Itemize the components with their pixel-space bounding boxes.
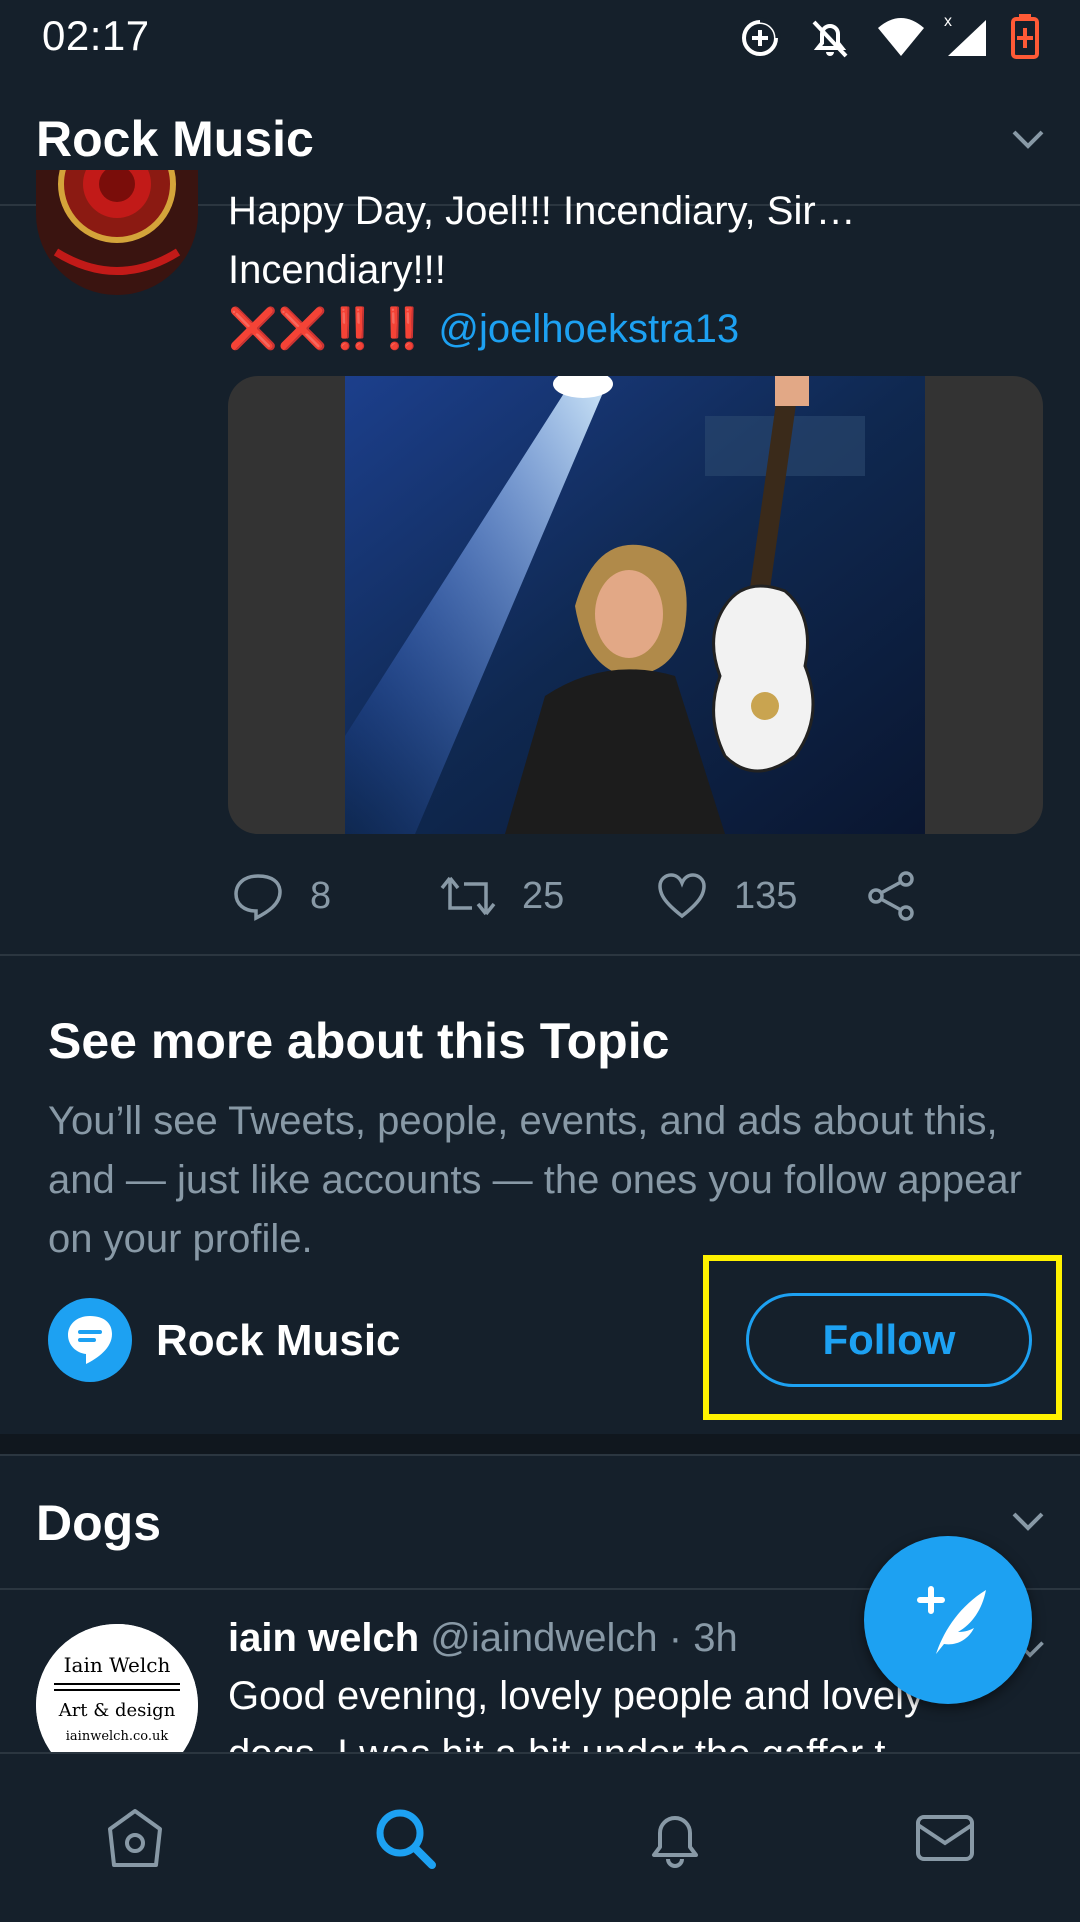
tweet-text-line: Happy Day, Joel!!! Incendiary, Sir…	[228, 189, 856, 233]
nav-home[interactable]	[0, 1754, 270, 1922]
battery-icon	[1010, 12, 1040, 62]
topic-card-description: You’ll see Tweets, people, events, and a…	[48, 1099, 1022, 1261]
like-button[interactable]: 135	[656, 868, 797, 924]
compose-feather-icon	[917, 1586, 986, 1654]
retweet-button[interactable]: 25	[440, 868, 564, 924]
tweet-text-line: ❌❌‼️‼️ @joelhoekstra13	[228, 300, 1048, 359]
notifications-off-icon	[808, 12, 852, 62]
tweet-symbols: ❌❌‼️‼️	[228, 307, 428, 351]
signal-icon: x	[942, 12, 988, 62]
page-title: Rock Music	[36, 111, 314, 167]
mention-link[interactable]: @joelhoekstra13	[438, 307, 739, 351]
status-bar: 02:17 x	[0, 0, 1080, 72]
nav-messages[interactable]	[810, 1754, 1080, 1922]
topic-name: Rock Music	[156, 1316, 401, 1365]
tweet-photo	[345, 376, 925, 834]
reply-button[interactable]: 8	[232, 868, 331, 924]
follow-button[interactable]: Follow	[746, 1293, 1032, 1387]
compose-tweet-button[interactable]	[864, 1536, 1032, 1704]
topic-card-heading: See more about this Topic	[48, 1013, 670, 1069]
heart-icon	[658, 873, 706, 919]
chevron-down-icon[interactable]	[1008, 118, 1048, 158]
topic-icon	[48, 1298, 132, 1382]
avatar-text: Iain Welch	[64, 1653, 171, 1677]
avatar-text: iainwelch.co.uk	[66, 1729, 169, 1744]
tweet-media[interactable]	[228, 376, 1043, 834]
reply-icon	[234, 874, 282, 921]
wifi-icon	[876, 12, 926, 62]
avatar-text: Art & design	[58, 1700, 176, 1721]
messages-icon	[916, 1815, 974, 1861]
tweet-author-handle: @iaindwelch · 3h	[430, 1616, 738, 1660]
section-separator	[0, 1434, 1080, 1456]
notifications-icon	[652, 1816, 698, 1868]
section-title: Dogs	[36, 1495, 161, 1551]
share-icon	[868, 871, 914, 921]
tweet-author-name[interactable]: iain welch	[228, 1616, 419, 1660]
share-button[interactable]	[866, 868, 944, 924]
tweet-text-line: Incendiary!!!	[228, 248, 446, 292]
chevron-down-icon[interactable]	[1008, 1500, 1048, 1540]
search-icon	[376, 1809, 436, 1869]
divider	[0, 954, 1080, 956]
status-time: 02:17	[42, 12, 150, 59]
like-count: 135	[734, 874, 798, 917]
retweet-icon	[440, 876, 496, 916]
nav-search[interactable]	[270, 1754, 540, 1922]
tweet-header: iain welch @iaindwelch · 3h	[228, 1616, 738, 1661]
bottom-navigation	[0, 1752, 1080, 1922]
reply-count: 8	[310, 874, 332, 917]
avatar[interactable]	[36, 170, 198, 295]
retweet-count: 25	[522, 874, 565, 917]
home-icon	[108, 1809, 162, 1867]
tweet-text: Good evening, lovely people and lovely	[228, 1674, 925, 1718]
data-saver-icon	[738, 12, 782, 62]
nav-notifications[interactable]	[540, 1754, 810, 1922]
tweet-text: Happy Day, Joel!!! Incendiary, Sir… Ince…	[228, 182, 1048, 359]
svg-text:x: x	[944, 13, 952, 30]
